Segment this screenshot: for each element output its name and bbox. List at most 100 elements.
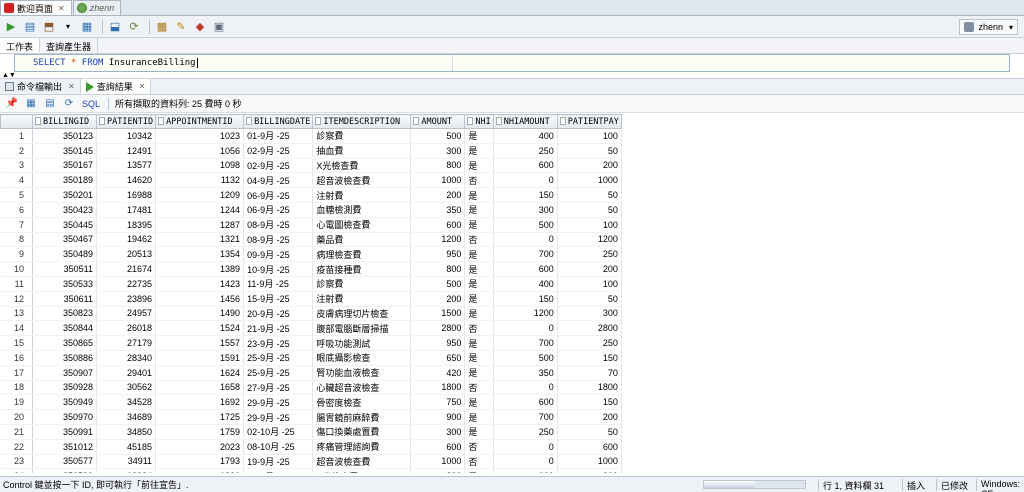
table-cell[interactable]: 1000 (557, 172, 622, 189)
table-cell[interactable]: 藥品費 (312, 232, 412, 248)
table-cell[interactable]: 否 (464, 320, 494, 337)
table-cell[interactable]: 1023 (155, 128, 245, 144)
table-cell[interactable]: 350201 (32, 187, 97, 203)
table-cell[interactable]: 500 (410, 276, 466, 292)
table-cell[interactable]: 30562 (96, 380, 157, 396)
sort-icon[interactable] (246, 117, 253, 125)
table-cell[interactable]: 50 (557, 143, 622, 159)
print-icon[interactable]: ▦ (23, 96, 39, 112)
table-cell[interactable]: 是 (464, 350, 494, 366)
table-cell[interactable]: 800 (410, 158, 466, 174)
table-cell[interactable]: 350844 (32, 320, 97, 337)
table-cell[interactable]: 100 (557, 276, 622, 292)
column-header[interactable]: NHIAMOUNT (492, 114, 558, 129)
table-cell[interactable]: 300 (410, 143, 466, 159)
table-cell[interactable]: 是 (464, 394, 494, 411)
table-cell[interactable]: 350886 (32, 350, 97, 366)
table-cell[interactable]: 是 (464, 365, 494, 381)
table-cell[interactable]: 1826 (155, 468, 245, 473)
table-cell[interactable]: 1000 (410, 454, 466, 470)
table-cell[interactable]: 2023 (155, 439, 245, 455)
table-cell[interactable]: 02-9月 -25 (243, 158, 314, 174)
table-cell[interactable]: 100 (557, 217, 622, 233)
table-cell[interactable]: 350489 (32, 246, 97, 263)
table-cell[interactable]: 是 (464, 187, 494, 203)
table-cell[interactable]: 是 (464, 261, 494, 277)
pin-icon[interactable]: 📌 (4, 96, 20, 112)
table-cell[interactable]: 是 (464, 424, 494, 440)
table-cell[interactable]: 11-9月 -25 (243, 276, 314, 292)
table-cell[interactable]: 2800 (410, 320, 466, 337)
table-cell[interactable]: 心臟超音波檢查 (312, 380, 412, 396)
table-cell[interactable]: 1244 (155, 202, 245, 218)
table-cell[interactable]: 600 (557, 439, 622, 455)
eraser-icon[interactable]: ◆ (192, 19, 208, 35)
table-cell[interactable]: 600 (493, 261, 558, 277)
table-cell[interactable]: 1000 (557, 454, 622, 470)
table-cell[interactable]: 650 (410, 350, 466, 366)
table-cell[interactable]: 06-9月 -25 (243, 187, 314, 203)
table-cell[interactable]: 21-9月 -25 (243, 320, 314, 337)
table-cell[interactable]: 08-9月 -25 (243, 217, 314, 233)
sort-icon[interactable] (467, 117, 474, 125)
sql-editor[interactable]: SELECT * FROM InsuranceBilling (0, 54, 1024, 72)
table-cell[interactable]: 否 (464, 232, 494, 248)
table-cell[interactable]: 800 (410, 468, 466, 473)
table-row[interactable]: 2 350145 12491 1056 02-9月 -25 抽血費 300 是 250 50 (0, 143, 622, 159)
table-cell[interactable]: 是 (464, 306, 494, 322)
table-cell[interactable]: 600 (493, 468, 558, 473)
table-row[interactable]: 7 350445 18395 1287 08-9月 -25 心電圖檢查費 600 是 500 10… (0, 217, 622, 233)
table-cell[interactable]: 1209 (155, 187, 245, 203)
table-row[interactable]: 18 350928 30562 1658 27-9月 -25 心臟超音波檢查 1800 否 0 1… (0, 380, 622, 396)
table-row[interactable]: 3 350167 13577 1098 02-9月 -25 X光檢查費 800 是 600 200 (0, 158, 622, 174)
table-cell[interactable]: 02-10月 -25 (243, 424, 314, 440)
table-cell[interactable]: 1389 (155, 261, 245, 277)
table-row[interactable]: 9 350489 20513 1354 09-9月 -25 病理檢查費 950 是 700 250 (0, 246, 622, 263)
table-cell[interactable]: 950 (410, 335, 466, 351)
close-icon[interactable]: ✕ (139, 82, 146, 91)
table-cell[interactable]: 20513 (96, 246, 157, 263)
table-cell[interactable]: 400 (493, 276, 558, 292)
tab-worksheet[interactable]: 工作表 (0, 38, 41, 53)
table-cell[interactable]: 600 (493, 158, 558, 174)
table-cell[interactable]: 29-9月 -25 (243, 394, 314, 411)
table-cell[interactable]: 1200 (557, 232, 622, 248)
table-cell[interactable]: 病理檢查費 (312, 246, 412, 263)
table-cell[interactable]: 250 (493, 424, 558, 440)
table-cell[interactable]: 超音波檢查費 (312, 454, 412, 470)
table-cell[interactable]: 傷口換藥處置費 (312, 424, 412, 440)
table-cell[interactable]: 26018 (96, 320, 157, 337)
table-cell[interactable]: 是 (464, 246, 494, 263)
table-cell[interactable]: 350577 (32, 454, 97, 470)
table-cell[interactable]: 350991 (32, 424, 97, 440)
table-row[interactable]: 14 350844 26018 1524 21-9月 -25 腹部電腦斷層掃描 2800 否 0… (0, 320, 622, 337)
table-cell[interactable]: 50 (557, 291, 622, 307)
autotrace-icon[interactable]: ⬓ (107, 19, 123, 35)
table-cell[interactable]: 腸胃鏡前麻醉費 (312, 409, 412, 425)
table-cell[interactable]: 351012 (32, 439, 97, 455)
format-icon[interactable]: ▩ (154, 19, 170, 35)
table-cell[interactable]: 13284 (96, 468, 157, 473)
table-cell[interactable]: 34528 (96, 394, 157, 411)
table-cell[interactable]: 1800 (557, 380, 622, 396)
table-cell[interactable]: 28340 (96, 350, 157, 366)
table-cell[interactable]: 否 (464, 380, 494, 396)
tab-script-output[interactable]: 命令檔輸出 ✕ (0, 79, 81, 94)
table-cell[interactable]: 34850 (96, 424, 157, 440)
column-header[interactable]: NHI (464, 114, 494, 129)
table-cell[interactable]: 29-9月 -25 (243, 409, 314, 425)
sql-editor-area[interactable]: SELECT * FROM InsuranceBilling (14, 54, 1010, 72)
table-cell[interactable]: 28-9月 -25 (243, 468, 314, 473)
table-cell[interactable]: 500 (410, 128, 466, 144)
close-icon[interactable]: ✕ (68, 82, 75, 91)
table-cell[interactable]: 24957 (96, 306, 157, 322)
table-cell[interactable]: 20-9月 -25 (243, 306, 314, 322)
table-cell[interactable]: 800 (410, 261, 466, 277)
table-cell[interactable]: 呼吸功能測試 (312, 335, 412, 351)
table-cell[interactable]: 02-9月 -25 (243, 143, 314, 159)
table-cell[interactable]: 350823 (32, 306, 97, 322)
table-row[interactable]: 11 350533 22735 1423 11-9月 -25 診察費 500 是 400 100 (0, 276, 622, 292)
table-cell[interactable]: 1500 (410, 306, 466, 322)
table-cell[interactable]: 08-10月 -25 (243, 439, 314, 455)
table-cell[interactable]: 0 (493, 172, 558, 189)
